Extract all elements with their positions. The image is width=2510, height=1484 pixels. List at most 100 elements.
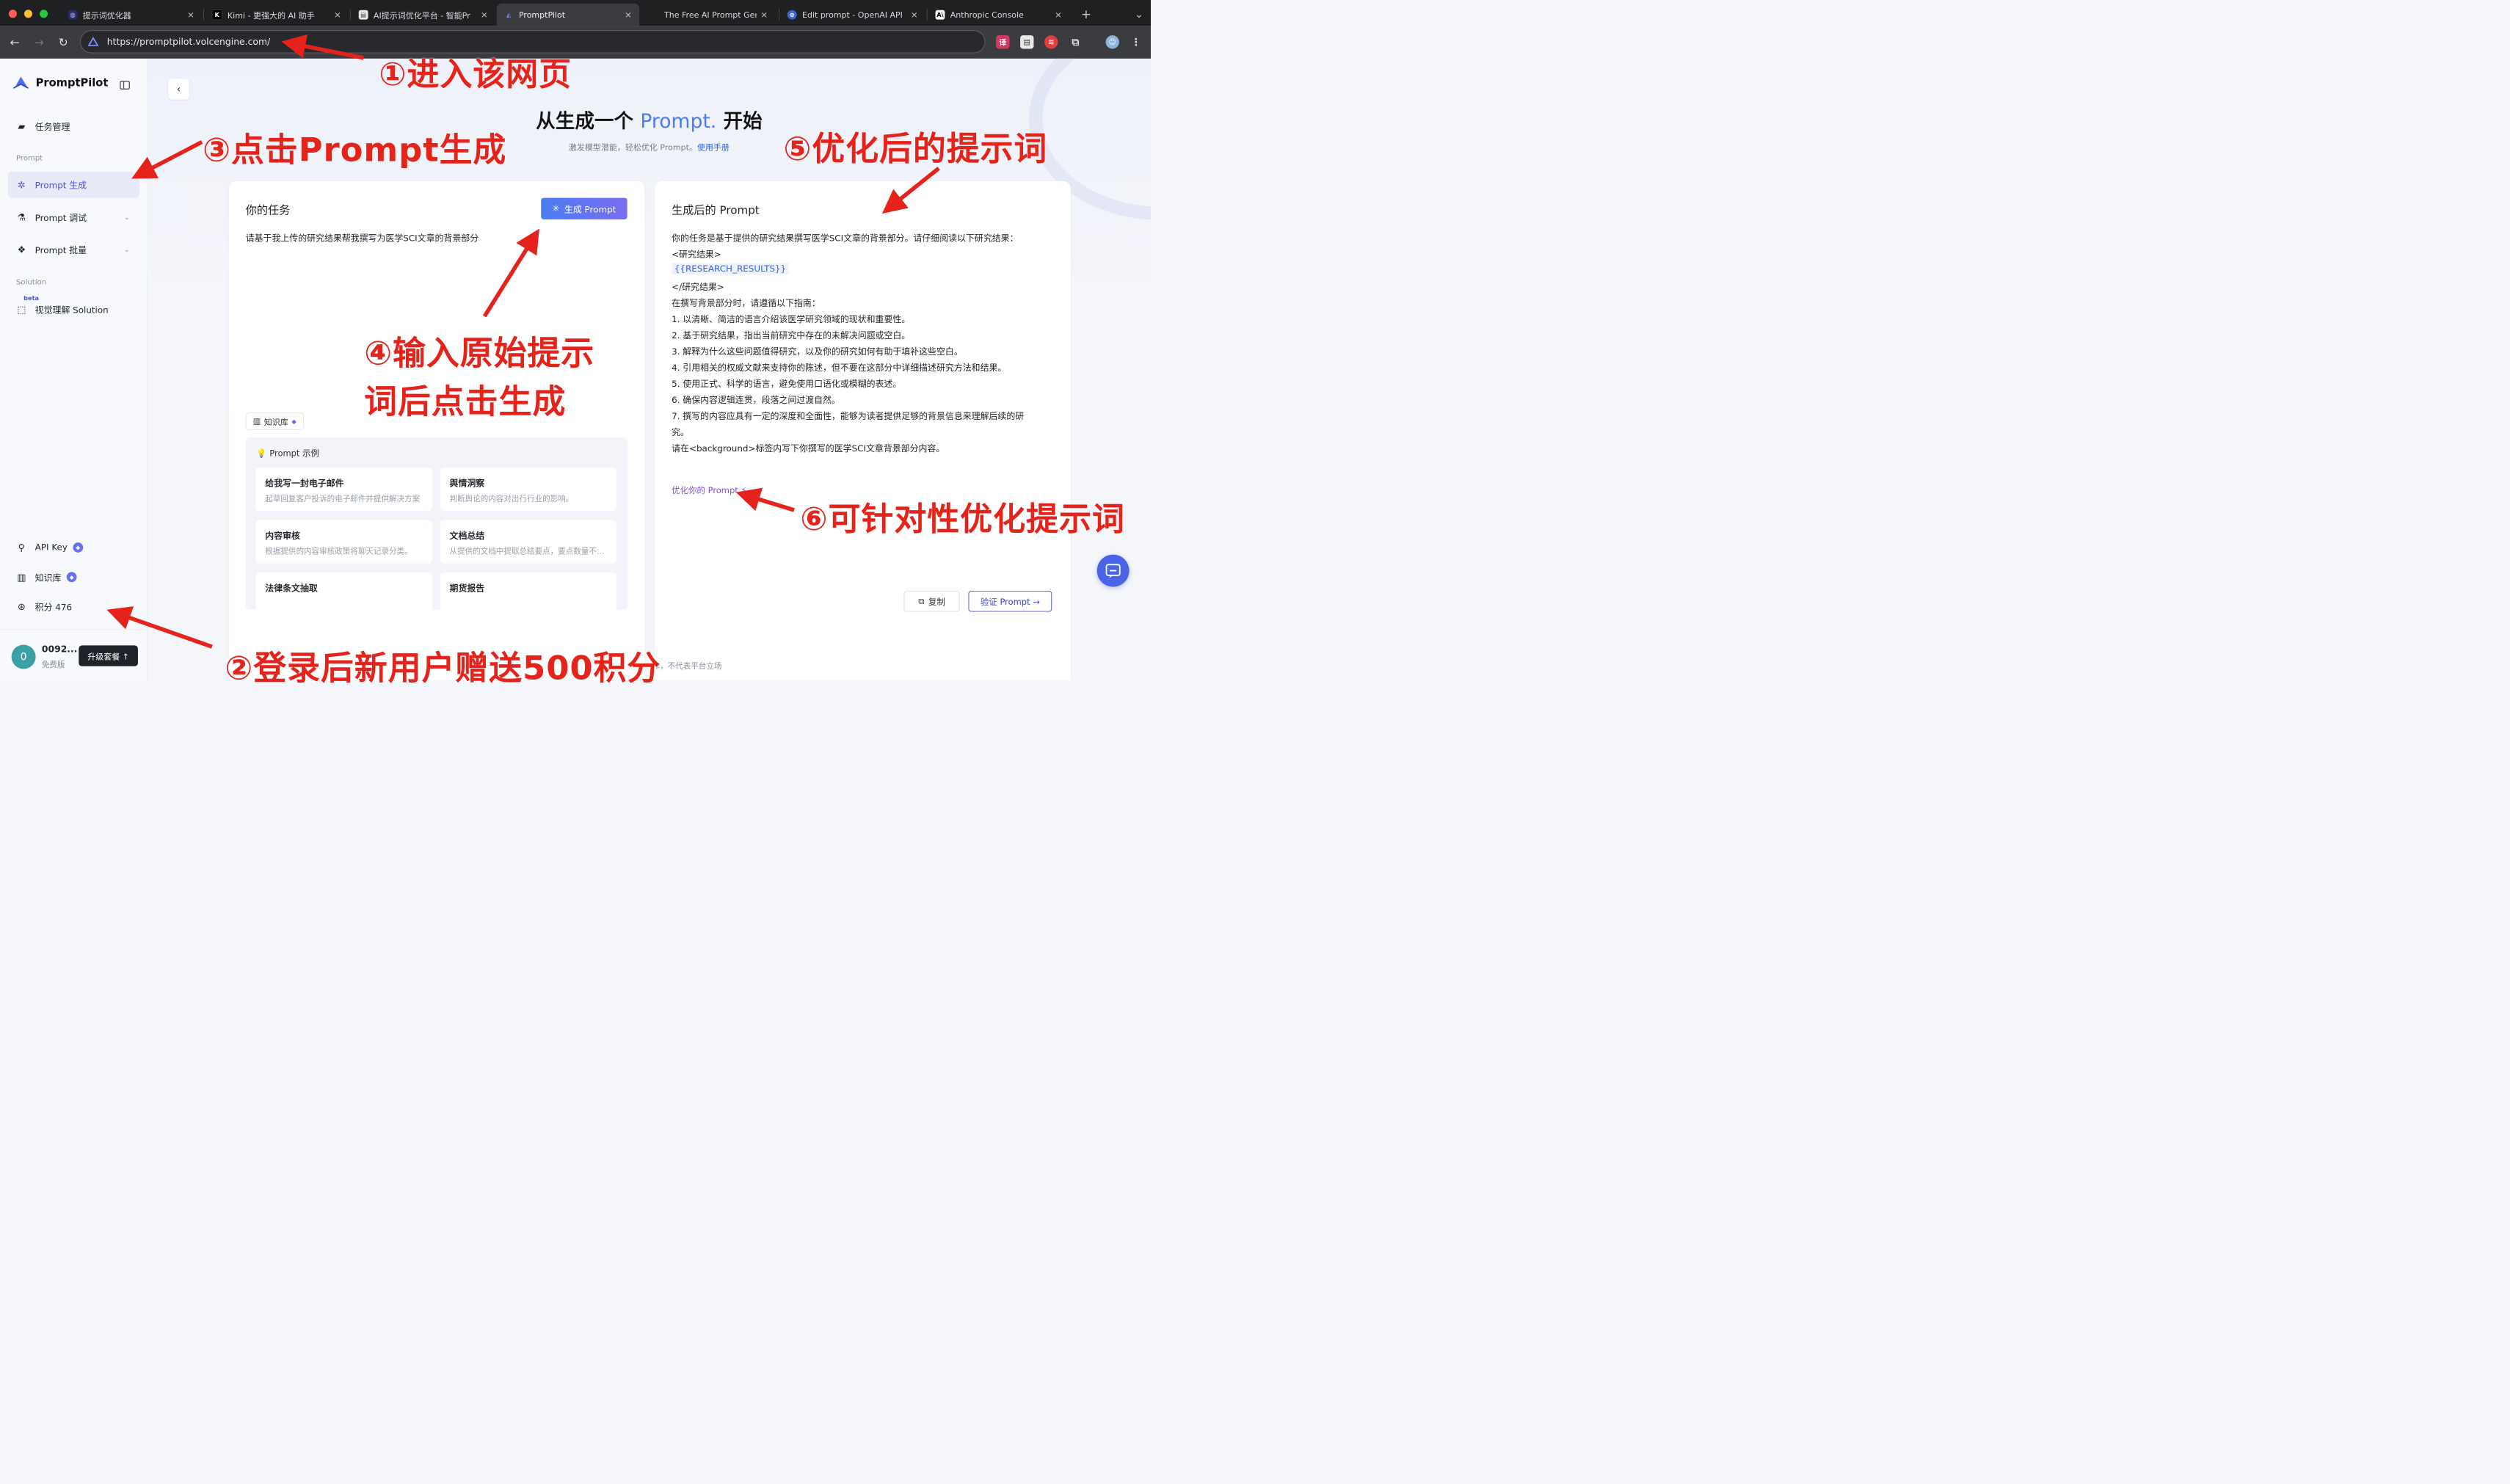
task-card-title: 你的任务: [245, 203, 291, 217]
user-manual-link[interactable]: 使用手册: [697, 142, 730, 152]
avatar[interactable]: 0: [11, 644, 36, 669]
points-coin-icon: ⊛: [17, 601, 26, 613]
app-logo[interactable]: PromptPilot: [12, 76, 108, 90]
red-extension-icon[interactable]: ≋: [1044, 35, 1058, 49]
premium-diamond-icon: ◆: [73, 542, 84, 553]
example-card[interactable]: 舆情洞察 判断舆论的内容对出行行业的影响。: [440, 468, 616, 511]
copy-icon: ⧉: [918, 596, 925, 606]
footer-disclaimer: 作，不代表平台立场: [652, 661, 722, 671]
sidebar-collapse-icon[interactable]: [120, 81, 130, 90]
sidebar-item-label: 知识库: [34, 572, 62, 583]
back-arrow-icon[interactable]: ←: [6, 34, 23, 51]
example-card[interactable]: 期货报告: [440, 572, 616, 610]
verify-prompt-button[interactable]: 验证 Prompt →: [968, 591, 1052, 612]
optimize-prompt-link[interactable]: 优化你的 Prompt ⚡: [672, 484, 746, 496]
example-desc: 判断舆论的内容对出行行业的影响。: [449, 494, 574, 503]
browser-tab-active[interactable]: ◭ PromptPilot ×: [496, 3, 640, 26]
upgrade-plan-button[interactable]: 升级套餐 ↑: [79, 645, 138, 666]
examples-title: 💡 Prompt 示例: [256, 447, 319, 459]
chevron-down-icon[interactable]: ⌄: [124, 245, 130, 253]
close-tab-icon[interactable]: ×: [1055, 10, 1062, 20]
sidebar-item-vision-solution[interactable]: ⬚ 视觉理解 Solution: [8, 296, 139, 322]
tab-title: Kimi - 更强大的 AI 助手: [227, 10, 315, 21]
tab-title: Anthropic Console: [950, 10, 1024, 20]
reader-extension-icon[interactable]: ▤: [1020, 35, 1034, 49]
sidebar-item-prompt-debug[interactable]: ⚗ Prompt 调试 ⌄: [8, 204, 139, 230]
close-tab-icon[interactable]: ×: [625, 10, 632, 20]
close-tab-icon[interactable]: ×: [481, 10, 488, 20]
output-line: </研究结果>: [672, 282, 724, 292]
promptpilot-logo-icon: [12, 76, 29, 89]
output-line: 5. 使用正式、科学的语言，避免使用口语化或模糊的表述。: [672, 379, 902, 390]
chevron-left-icon[interactable]: ‹: [168, 79, 189, 100]
example-card[interactable]: 文档总结 从提供的文档中提取总结要点，要点数量不超过: [440, 520, 616, 564]
example-title: 法律条文抽取: [265, 583, 318, 594]
site-info-icon[interactable]: [87, 36, 99, 48]
browser-tab[interactable]: ▤ AI提示词优化平台 - 智能Pr ×: [352, 4, 495, 26]
example-card[interactable]: 内容审核 根据提供的内容审核政策将聊天记录分类。: [255, 520, 432, 564]
sparkle-icon: ✳: [552, 203, 560, 214]
reload-icon[interactable]: ↻: [54, 34, 72, 51]
chat-bubble-icon: [1105, 564, 1121, 578]
example-card[interactable]: 给我写一封电子邮件 起草回复客户投诉的电子邮件并提供解决方案: [255, 468, 432, 511]
output-line: 请在<background>标签内写下你撰写的医学SCI文章背景部分内容。: [672, 443, 945, 454]
forward-arrow-icon[interactable]: →: [30, 34, 48, 51]
sidebar-item-points[interactable]: ⊛ 积分 476: [8, 594, 139, 620]
sidebar-item-knowledge-base[interactable]: ▥ 知识库 ◆: [8, 564, 139, 590]
browser-menu-icon[interactable]: ⋮: [1130, 35, 1143, 48]
new-tab-button[interactable]: +: [1077, 4, 1096, 23]
close-tab-icon[interactable]: ×: [911, 10, 918, 20]
puzzle-extensions-icon[interactable]: ⧉: [1069, 35, 1082, 48]
chevron-down-icon[interactable]: ⌄: [124, 213, 130, 221]
close-window-button[interactable]: [8, 10, 17, 18]
task-input[interactable]: 请基于我上传的研究结果帮我撰写为医学SCI文章的背景部分: [246, 231, 479, 244]
tab-divider: [349, 8, 351, 21]
close-tab-icon[interactable]: ×: [187, 10, 194, 20]
promptpilot-icon: ◭: [506, 11, 512, 18]
profile-avatar-icon[interactable]: ☺: [1105, 35, 1119, 49]
output-line: 4. 引用相关的权威文献来支持你的陈述，但不要在这部分中详细描述研究方法和结果。: [672, 363, 1007, 373]
example-title: 内容审核: [265, 531, 300, 542]
browser-tab[interactable]: The Free AI Prompt Gene ×: [641, 4, 775, 26]
sidebar-item-prompt-generate[interactable]: ✲ Prompt 生成: [8, 171, 139, 198]
maximize-window-button[interactable]: [40, 10, 48, 18]
tab-title: Edit prompt - OpenAI API: [802, 10, 903, 20]
annotation-step-4-line2: 词后点击生成: [364, 382, 567, 421]
variable-tag: {{RESEARCH_RESULTS}}: [672, 263, 789, 275]
browser-tab[interactable]: ◍ 提示词优化器 ×: [61, 4, 203, 26]
output-line: 究。: [672, 427, 689, 438]
minimize-window-button[interactable]: [24, 10, 33, 18]
sidebar-item-prompt-batch[interactable]: ❖ Prompt 批量 ⌄: [8, 236, 139, 263]
output-line: 6. 确保内容逻辑连贯，段落之间过渡自然。: [672, 395, 840, 406]
example-desc: 起草回复客户投诉的电子邮件并提供解决方案: [265, 494, 421, 503]
browser-tab[interactable]: A\ Anthropic Console ×: [928, 4, 1069, 26]
tab-title: The Free AI Prompt Gene: [664, 10, 757, 20]
close-tab-icon[interactable]: ×: [334, 10, 341, 20]
url-text[interactable]: https://promptpilot.volcengine.com/: [107, 37, 270, 47]
annotation-step-5: ⑤优化后的提示词: [783, 129, 1048, 168]
knowledge-base-chip[interactable]: ▥ 知识库 ◆: [245, 412, 304, 430]
app-name: PromptPilot: [35, 76, 109, 90]
kb-chip-label: 知识库: [263, 417, 288, 427]
tab-title: PromptPilot: [518, 10, 566, 20]
tab-search-icon[interactable]: ⌄: [1130, 4, 1147, 23]
chat-support-button[interactable]: [1096, 554, 1130, 587]
sidebar-item-api-key[interactable]: ⚲ API Key ◆: [8, 534, 139, 561]
close-tab-icon[interactable]: ×: [760, 10, 768, 20]
sidebar-item-label: Prompt 生成: [34, 180, 87, 191]
points-balance: 积分 476: [34, 602, 73, 613]
browser-tab[interactable]: ⊛ Edit prompt - OpenAI API ×: [780, 4, 925, 26]
translate-extension-icon[interactable]: 译: [996, 35, 1010, 49]
example-card[interactable]: 法律条文抽取: [255, 572, 432, 610]
example-title: 给我写一封电子邮件: [265, 478, 344, 489]
tab-divider: [926, 8, 928, 21]
sidebar-item-label: 视觉理解 Solution: [34, 305, 109, 316]
generate-prompt-button[interactable]: ✳ 生成 Prompt: [541, 197, 628, 219]
flask-icon: ⚗: [17, 211, 26, 223]
task-card: 你的任务 ✳ 生成 Prompt 请基于我上传的研究结果帮我撰写为医学SCI文章…: [228, 181, 645, 681]
copy-button[interactable]: ⧉ 复制: [903, 591, 960, 612]
annotation-step-2: ②登录后新用户赠送500积分: [225, 649, 661, 688]
sidebar-item-task-management[interactable]: ▰ 任务管理: [8, 113, 139, 139]
browser-tab[interactable]: K Kimi - 更强大的 AI 助手 ×: [205, 4, 349, 26]
sidebar: PromptPilot ▰ 任务管理 Prompt ✲ Prompt 生成 ⚗ …: [0, 58, 148, 681]
